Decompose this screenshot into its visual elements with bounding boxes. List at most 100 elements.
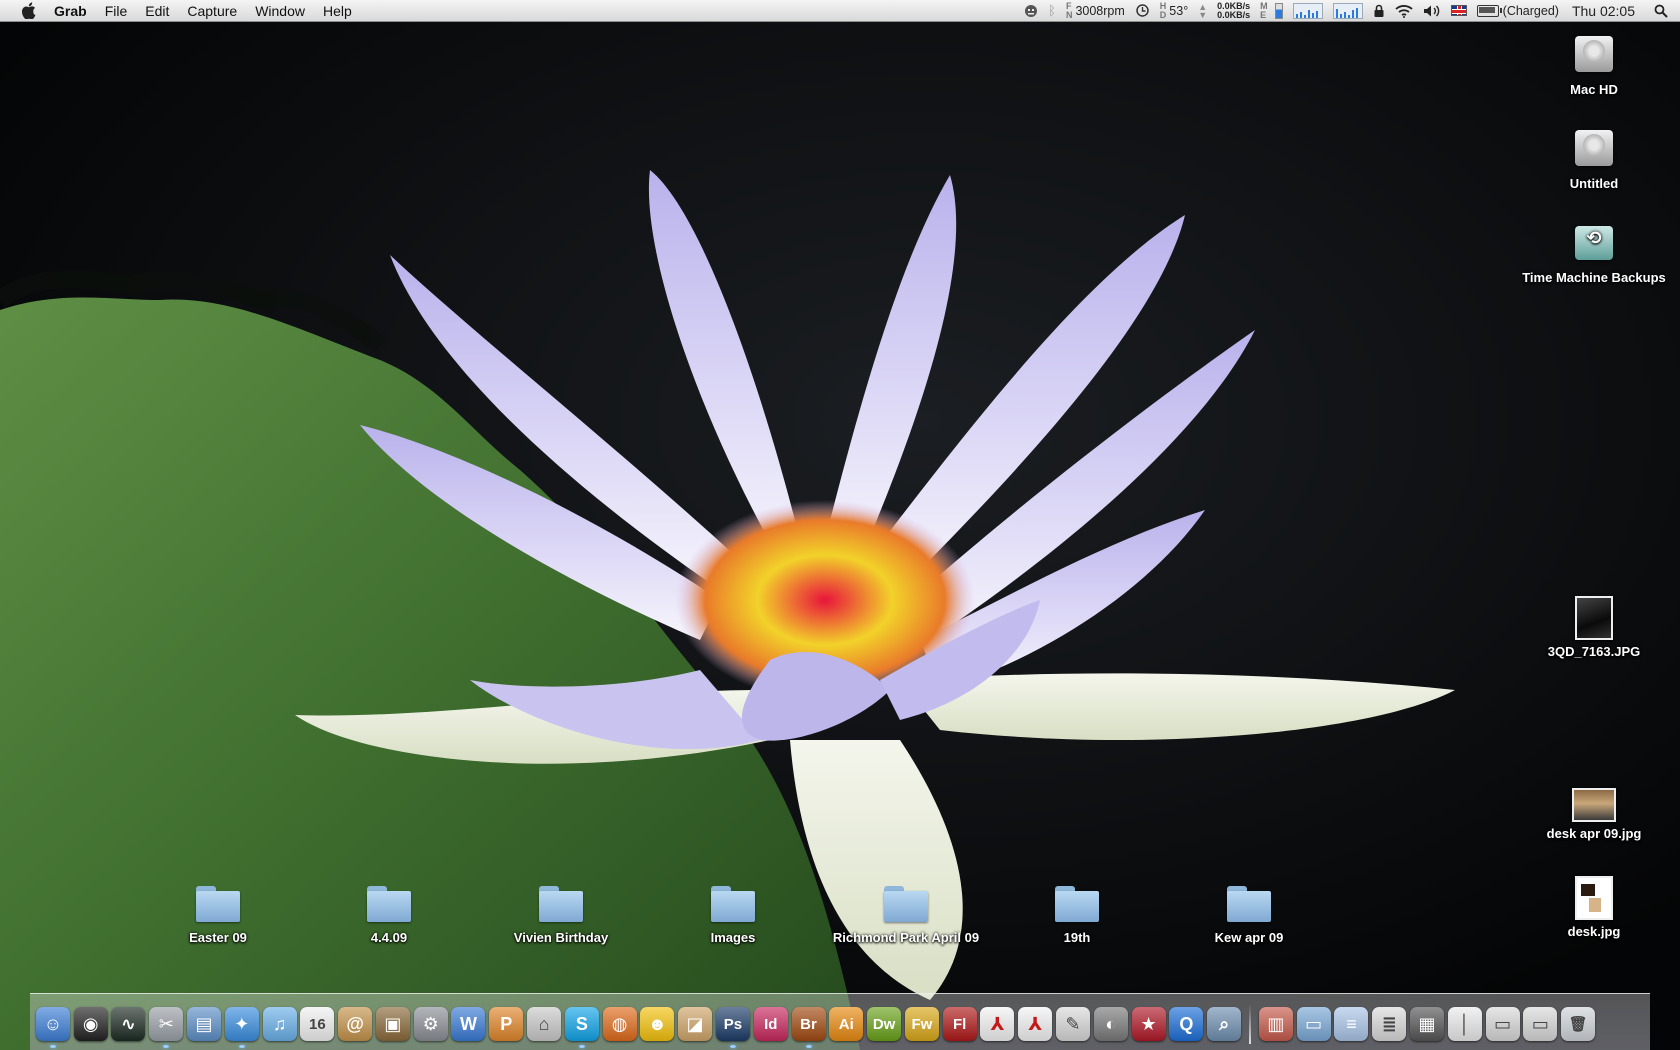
preview-icon[interactable]: ▤ — [187, 1007, 222, 1041]
desktop-file-3qd-7163[interactable]: 3QD_7163.JPG — [1519, 596, 1669, 659]
firefox-icon[interactable]: ◍ — [602, 1007, 637, 1041]
indesign-icon[interactable]: Id — [753, 1007, 788, 1041]
skype-icon[interactable]: S — [564, 1007, 599, 1048]
time-machine-status-icon[interactable] — [1135, 3, 1150, 18]
system-preferences-icon[interactable]: ⚙ — [413, 1007, 448, 1041]
spotlight-search-icon[interactable] — [1654, 4, 1668, 18]
address-book-icon[interactable]: @ — [338, 1007, 373, 1041]
fan-speed-status[interactable]: FN 3008rpm — [1066, 1, 1125, 20]
finder-window-stack-icon[interactable]: ▭ — [1523, 1007, 1558, 1041]
pictures-stack-icon[interactable]: ▦ — [1410, 1007, 1445, 1041]
volume-label: Mac HD — [1570, 82, 1618, 97]
downloads-stack-icon[interactable]: ≣ — [1372, 1007, 1407, 1041]
clock[interactable]: Thu 02:05 — [1572, 3, 1635, 19]
menu-bar: Grab File Edit Capture Window Help ᛒ FN … — [0, 0, 1680, 22]
itunes-icon[interactable]: ♫ — [262, 1007, 297, 1041]
document-stack-icon[interactable]: ▥ — [1258, 1007, 1293, 1041]
temperature-label-icon: HD — [1159, 0, 1167, 20]
menu-capture[interactable]: Capture — [178, 0, 246, 22]
folder-label: Easter 09 — [189, 930, 247, 945]
script-editor-icon[interactable]: ✎ — [1055, 1007, 1090, 1041]
file-label: 3QD_7163.JPG — [1547, 644, 1641, 659]
cpu-graph-icon[interactable] — [1332, 2, 1363, 19]
desktop-volume-mac-hd[interactable]: Mac HD — [1519, 30, 1669, 97]
image-file-icon — [1575, 876, 1613, 920]
time-machine-drive-icon — [1570, 218, 1618, 266]
network-speed-status[interactable]: 0.0KB/s 0.0KB/s — [1217, 1, 1251, 20]
photo-viewer-icon[interactable]: ◪ — [678, 1007, 713, 1041]
file-label: desk.jpg — [1567, 924, 1621, 939]
dock-separator — [1249, 1004, 1251, 1044]
temperature-status[interactable]: HD 53° — [1159, 0, 1188, 20]
finder-icon[interactable]: ☺ — [35, 1007, 70, 1048]
battery-icon — [1476, 4, 1502, 17]
volume-label: Time Machine Backups — [1522, 270, 1666, 285]
image-capture-icon[interactable]: ⌕ — [1207, 1007, 1242, 1041]
app-menu-grab[interactable]: Grab — [50, 0, 96, 22]
desktop-volume-time-machine[interactable]: Time Machine Backups — [1519, 218, 1669, 285]
folder-icon — [709, 878, 757, 926]
uk-flag-input-icon[interactable] — [1450, 5, 1467, 16]
network-graph-icon[interactable] — [1292, 2, 1323, 19]
dock-items: ☺ ◉ ∿ ✂ ▤ ✦ ♫ 16 @ ▣ ⚙ W P ⌂ S ◍ ☻ ◪ Ps Id Br Ai Dw Fw Fl ⅄ ⅄ ✎ ◐ ★ Q ⌕… — [34, 994, 1597, 1048]
apple-menu-icon[interactable] — [18, 0, 38, 22]
activity-monitor-icon[interactable]: ∿ — [111, 1007, 146, 1041]
menu-file[interactable]: File — [96, 0, 137, 22]
folder-label: Kew apr 09 — [1214, 930, 1284, 945]
robot-status-icon[interactable] — [1024, 4, 1038, 18]
folder-icon — [882, 878, 930, 926]
documents-folder-icon[interactable]: ≡ — [1334, 1007, 1369, 1041]
acrobat-icon[interactable]: ⅄ — [980, 1007, 1015, 1041]
folder-icon — [194, 878, 242, 926]
desktop-folder-19th[interactable]: 19th — [1002, 878, 1152, 945]
app-store-icon[interactable]: ⌂ — [527, 1007, 562, 1041]
lock-icon[interactable] — [1373, 4, 1385, 18]
desktop-folder-richmond-park[interactable]: Richmond Park April 09 — [830, 878, 982, 945]
battery-status[interactable]: (Charged) — [1476, 4, 1559, 18]
front-row-icon[interactable]: ★ — [1131, 1007, 1166, 1041]
quicktime-icon[interactable]: Q — [1169, 1007, 1204, 1041]
desktop-folder-kew-apr-09[interactable]: Kew apr 09 — [1174, 878, 1324, 945]
desktop-folder-vivien-birthday[interactable]: Vivien Birthday — [486, 878, 636, 945]
word-icon[interactable]: W — [451, 1007, 486, 1041]
iphoto-icon[interactable]: ▣ — [375, 1007, 410, 1041]
illustrator-icon[interactable]: Ai — [829, 1007, 864, 1041]
hard-drive-icon — [1570, 30, 1618, 78]
flash-icon[interactable]: Fl — [942, 1007, 977, 1041]
window-stack-icon[interactable]: ▭ — [1485, 1007, 1520, 1041]
desktop-file-desk[interactable]: desk.jpg — [1519, 876, 1669, 939]
image-file-icon — [1572, 788, 1616, 822]
menu-help[interactable]: Help — [314, 0, 361, 22]
desktop-folder-images[interactable]: Images — [658, 878, 808, 945]
applications-folder-icon[interactable]: ▭ — [1296, 1007, 1331, 1041]
photoshop-icon[interactable]: Ps — [715, 1007, 750, 1048]
ical-icon[interactable]: 16 — [300, 1007, 335, 1041]
globe-icon[interactable]: ◐ — [1093, 1007, 1128, 1041]
text-file-icon[interactable]: │ — [1447, 1007, 1482, 1041]
grab-icon[interactable]: ✂ — [149, 1007, 184, 1048]
memory-gauge-icon[interactable] — [1274, 2, 1283, 19]
desktop-folder-easter-09[interactable]: Easter 09 — [143, 878, 293, 945]
folder-label: 19th — [1063, 930, 1091, 945]
volume-icon[interactable] — [1423, 4, 1441, 18]
fireworks-icon[interactable]: Fw — [904, 1007, 939, 1041]
acrobat-reader-icon[interactable]: ⅄ — [1018, 1007, 1053, 1041]
desktop-folder-4-4-09[interactable]: 4.4.09 — [314, 878, 464, 945]
bridge-icon[interactable]: Br — [791, 1007, 826, 1048]
network-download-value: 0.0KB/s — [1217, 9, 1251, 20]
updown-arrows-icon: ▲ ▼ — [1198, 1, 1208, 20]
trash-icon[interactable]: 🗑 — [1561, 1007, 1596, 1041]
file-label: desk apr 09.jpg — [1546, 826, 1642, 841]
adium-icon[interactable]: ☻ — [640, 1007, 675, 1041]
wifi-icon[interactable] — [1395, 4, 1413, 18]
dreamweaver-icon[interactable]: Dw — [867, 1007, 902, 1041]
desktop-volume-untitled[interactable]: Untitled — [1519, 124, 1669, 191]
safari-icon[interactable]: ✦ — [224, 1007, 259, 1048]
menu-window[interactable]: Window — [246, 0, 314, 22]
powerpoint-icon[interactable]: P — [489, 1007, 524, 1041]
menu-edit[interactable]: Edit — [136, 0, 178, 22]
bluetooth-icon[interactable]: ᛒ — [1048, 3, 1056, 18]
dashboard-icon[interactable]: ◉ — [73, 1007, 108, 1041]
running-indicator — [238, 1045, 245, 1048]
desktop-file-desk-apr-09[interactable]: desk apr 09.jpg — [1519, 780, 1669, 841]
